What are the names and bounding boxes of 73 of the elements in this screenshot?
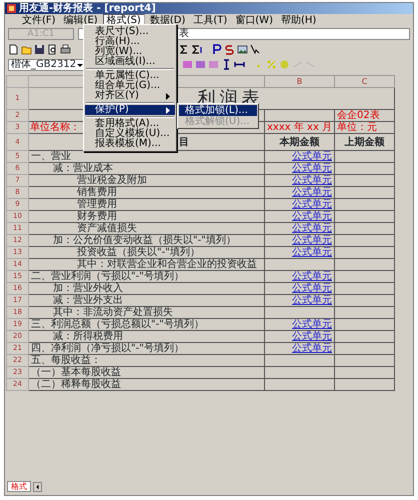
table-cell[interactable]: 公式单元 — [264, 186, 335, 198]
table-cell[interactable]: 公式单元 — [264, 234, 335, 246]
table-cell: 减：营业外支出 — [28, 294, 264, 306]
menu-item[interactable]: 窗口(W) — [232, 14, 276, 26]
menu-item[interactable]: 帮助(H) — [278, 14, 320, 26]
table-cell: 本期金额 — [264, 134, 335, 150]
table-cell[interactable]: 公式单元 — [264, 210, 335, 222]
table-cell[interactable]: 公式单元 — [264, 162, 335, 174]
table-cell: 五、每股收益： — [28, 354, 264, 366]
menu-item[interactable]: 文件(F) — [19, 14, 59, 26]
table-cell[interactable]: 公式单元 — [264, 282, 335, 294]
table-cell: 资产减值损失 — [28, 222, 264, 234]
table-cell: xxxx 年 xx 月 — [264, 122, 335, 134]
save-icon[interactable] — [34, 44, 45, 55]
table-cell: 财务费用 — [28, 210, 264, 222]
printer-icon[interactable] — [60, 44, 71, 55]
sheet-tab[interactable]: 格式 — [7, 481, 31, 492]
table-cell: 销售费用 — [28, 186, 264, 198]
column-header[interactable]: C — [334, 76, 395, 88]
table-cell[interactable]: 公式单元 — [264, 174, 335, 186]
table-cell: 三、利润总额（亏损总额以"-"号填列） — [28, 318, 264, 330]
table-cell: （一）基本每股收益 — [28, 366, 264, 378]
table-cell[interactable]: 公式单元 — [264, 246, 335, 258]
app-icon — [7, 4, 16, 13]
scroll-left-button[interactable] — [33, 482, 42, 492]
menu-item[interactable]: 单元属性(C)... — [85, 71, 175, 81]
column-width-icon[interactable] — [234, 59, 245, 70]
table-cell: 加：营业外收入 — [28, 282, 264, 294]
table-cell[interactable]: 公式单元 — [264, 222, 335, 234]
table-cell: 减：营业成本 — [28, 162, 264, 174]
menu-item[interactable]: 工具(T) — [190, 14, 230, 26]
window-title: 用友通-财务报表 - [report4] — [19, 3, 156, 14]
table-cell[interactable]: 公式单元 — [264, 150, 335, 162]
table-cell: 管理费用 — [28, 198, 264, 210]
menu-item[interactable]: 表尺寸(S)... — [85, 27, 175, 37]
menu-item[interactable]: 格式加锁(L)... — [179, 105, 257, 116]
menu-item[interactable]: 套用格式(A)... — [85, 119, 175, 129]
row-height-icon[interactable] — [221, 59, 232, 70]
menu-item[interactable]: 保护(P) — [85, 105, 175, 115]
table-cell: 会企02表 — [334, 110, 395, 122]
menu-item[interactable]: 对齐区(Y) — [85, 91, 175, 101]
menu-item[interactable]: 编辑(E) — [60, 14, 101, 26]
new-file-icon[interactable] — [8, 44, 19, 55]
menu-item[interactable]: 行高(H)... — [85, 37, 175, 47]
table-cell[interactable]: 公式单元 — [264, 198, 335, 210]
table-cell: 其中：对联营企业和合营企业的投资收益 — [28, 258, 264, 270]
font-dropdown[interactable]: 楷体_GB2312 — [8, 58, 84, 70]
s-tool-icon[interactable] — [224, 44, 235, 55]
table-cell: （二）稀释每股收益 — [28, 378, 264, 390]
column-header[interactable]: B — [264, 76, 335, 88]
table-cell: 加：公允价值变动收益（损失以"-"填列） — [28, 234, 264, 246]
table-cell[interactable]: 公式单元 — [264, 330, 335, 342]
table-cell[interactable]: 公式单元 — [264, 294, 335, 306]
menu-item[interactable]: 区域画线(I)... — [85, 57, 175, 67]
menu-item[interactable]: 数据(D) — [146, 14, 188, 26]
print-preview-icon[interactable] — [47, 44, 58, 55]
table-cell: 减：所得税费用 — [28, 330, 264, 342]
image-icon[interactable] — [237, 44, 248, 55]
table-cell[interactable]: 公式单元 — [264, 342, 335, 354]
table-cell[interactable]: 公式单元 — [264, 318, 335, 330]
table-cell: 投资收益（损失以"-"填列） — [28, 246, 264, 258]
table-cell: 四、净利润（净亏损以"-"号填列） — [28, 342, 264, 354]
table-cell: 营业税金及附加 — [28, 174, 264, 186]
sum-icon[interactable] — [179, 44, 190, 55]
table-cell: 单位：元 — [334, 122, 395, 134]
table-cell[interactable]: 公式单元 — [264, 270, 335, 282]
sum-icon[interactable] — [192, 44, 203, 55]
p-tool-icon[interactable] — [211, 44, 222, 55]
table-cell: 其中：非流动资产处置损失 — [28, 306, 264, 318]
menu-item[interactable]: 报表模板(M)... — [85, 139, 175, 149]
table-cell: 上期金额 — [334, 134, 395, 150]
table-cell: 二、营业利润（亏损以"-"号填列） — [28, 270, 264, 282]
menu-item[interactable]: 列宽(W)... — [85, 47, 175, 57]
